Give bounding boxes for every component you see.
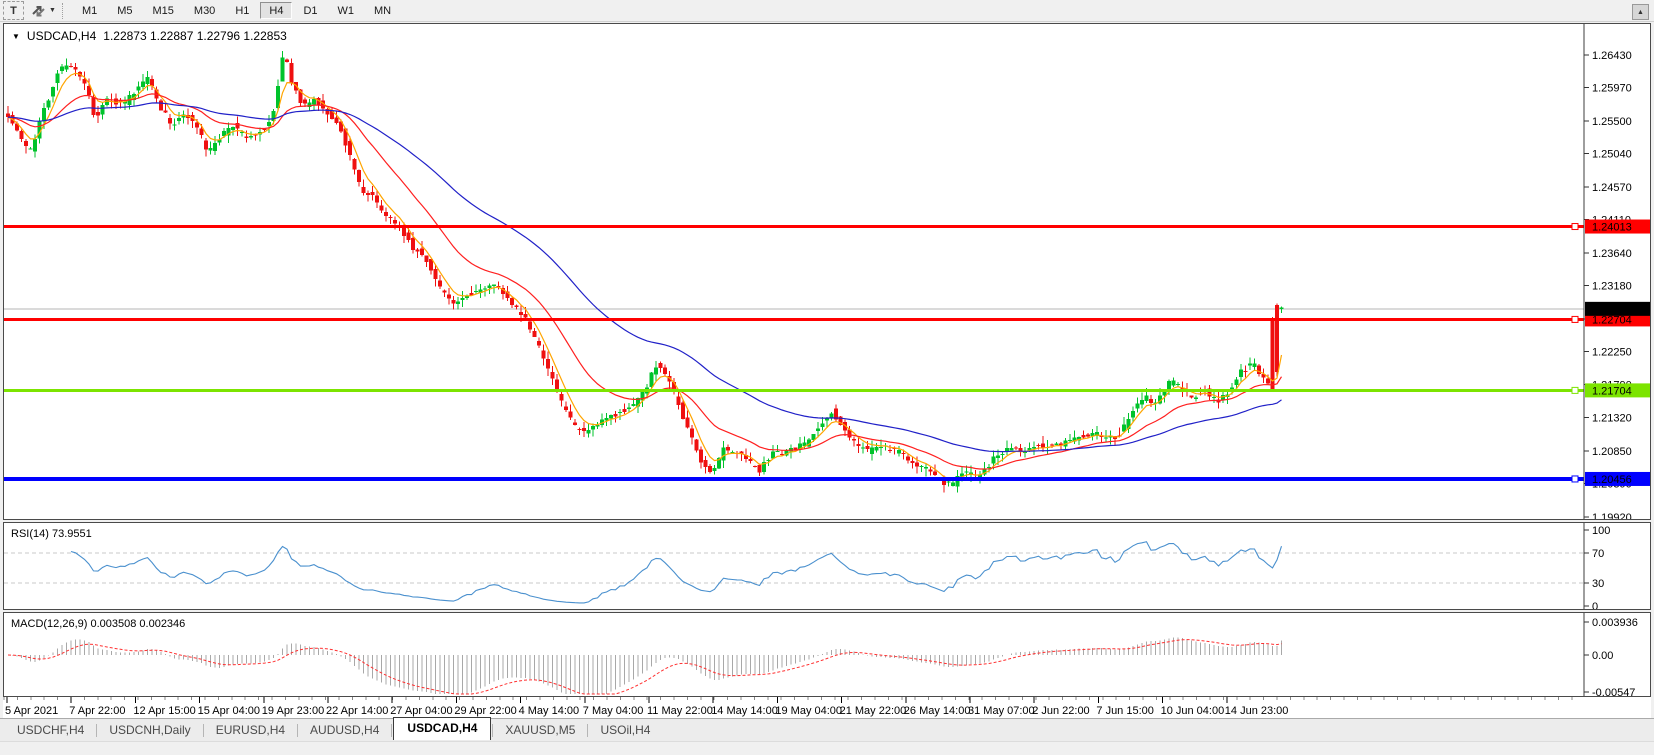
time-tick-label: 29 Apr 22:00 [454, 705, 516, 717]
arrows-tool-icon[interactable] [30, 3, 48, 19]
macd-signal-line [8, 640, 1282, 694]
chart-title: ▼ USDCAD,H4 1.22873 1.22887 1.22796 1.22… [12, 29, 287, 43]
tab-separator [391, 724, 392, 737]
chart-ohlc-values: 1.22873 1.22887 1.22796 1.22853 [103, 29, 287, 43]
price-tick-label: 1.24570 [1592, 182, 1632, 194]
tab-separator [96, 724, 97, 737]
tab-usoil-h4[interactable]: USOil,H4 [589, 720, 661, 740]
time-tick-label: 19 May 04:00 [775, 705, 842, 717]
price-tick-label: 1.25040 [1592, 149, 1632, 161]
level-price-label: 1.22704 [1592, 314, 1632, 326]
time-tick-label: 12 Apr 15:00 [133, 705, 195, 717]
macd-histogram [8, 637, 1282, 694]
hline-knob[interactable] [1572, 316, 1578, 322]
time-tick-label: 10 Jun 04:00 [1161, 705, 1225, 717]
chevron-down-icon[interactable]: ▼ [49, 7, 56, 14]
time-tick-label: 7 Jun 15:00 [1096, 705, 1154, 717]
time-tick-label: 15 Apr 04:00 [198, 705, 260, 717]
time-tick-label: 31 May 07:00 [968, 705, 1035, 717]
macd-indicator-label: MACD(12,26,9) 0.003508 0.002346 [11, 618, 185, 630]
time-tick-label: 7 May 04:00 [583, 705, 644, 717]
price-tick-label: 1.23180 [1592, 281, 1632, 293]
time-tick-label: 5 Apr 2021 [5, 705, 58, 717]
time-tick-label: 14 Jun 23:00 [1225, 705, 1289, 717]
tab-separator [297, 724, 298, 737]
tab-usdcnh-daily[interactable]: USDCNH,Daily [98, 720, 201, 740]
timeframe-button-h4[interactable]: H4 [260, 2, 292, 19]
tab-usdchf-h4[interactable]: USDCHF,H4 [6, 720, 95, 740]
price-tick-label: 1.25970 [1592, 83, 1632, 95]
timeframe-button-m30[interactable]: M30 [185, 2, 224, 19]
rsi-line [71, 542, 1282, 603]
time-tick-label: 14 May 14:00 [711, 705, 778, 717]
macd-tick-label: -0.00547 [1592, 687, 1635, 696]
timeframe-button-mn[interactable]: MN [365, 2, 400, 19]
timeframe-buttons: M1M5M15M30H1H4D1W1MN [73, 2, 402, 19]
top-toolbar: T ▼ M1M5M15M30H1H4D1W1MN ▲ [0, 0, 1654, 22]
time-tick-label: 21 May 22:00 [840, 705, 907, 717]
price-tick-label: 1.21320 [1592, 413, 1632, 425]
hline-knob[interactable] [1572, 224, 1578, 230]
macd-tick-label: 0.00 [1592, 650, 1613, 662]
rsi-tick-label: 30 [1592, 578, 1604, 590]
tab-eurusd-h4[interactable]: EURUSD,H4 [205, 720, 296, 740]
timeframe-button-m15[interactable]: M15 [144, 2, 183, 19]
price-tick-label: 1.22250 [1592, 347, 1632, 359]
rsi-tick-label: 70 [1592, 548, 1604, 560]
timeframe-button-m5[interactable]: M5 [108, 2, 141, 19]
rsi-indicator-label: RSI(14) 73.9551 [11, 528, 92, 540]
time-tick-label: 26 May 14:00 [904, 705, 971, 717]
chart-symbol-period: USDCAD,H4 [27, 29, 96, 43]
main-chart-panel[interactable]: ▼ USDCAD,H4 1.22873 1.22887 1.22796 1.22… [3, 23, 1651, 520]
ma-mid-line [8, 94, 1282, 469]
time-tick-label: 19 Apr 23:00 [262, 705, 324, 717]
time-tick-label: 11 May 22:00 [647, 705, 713, 717]
status-bar [0, 741, 1654, 755]
toolbar-scroll-up-button[interactable]: ▲ [1632, 4, 1649, 20]
toolbar-separator [62, 3, 67, 19]
macd-canvas[interactable]: 0.003936 0.00 -0.00547 [4, 613, 1650, 696]
level-price-label: 1.21704 [1592, 385, 1632, 397]
hline-knob[interactable] [1572, 476, 1578, 482]
current-price-label: 1.22853 [1592, 304, 1632, 316]
price-tick-label: 1.19920 [1592, 512, 1632, 519]
tab-xauusd-m5[interactable]: XAUUSD,M5 [494, 720, 586, 740]
hline-knob[interactable] [1572, 387, 1578, 393]
time-axis[interactable]: 5 Apr 2021 7 Apr 22:00 12 Apr 15:0015 Apr … [3, 697, 1651, 718]
timeframe-button-m1[interactable]: M1 [73, 2, 106, 19]
candles-layer [6, 51, 1284, 493]
price-tick-label: 1.25500 [1592, 116, 1632, 128]
time-tick-label: 2 Jun 22:00 [1032, 705, 1090, 717]
price-tick-label: 1.26430 [1592, 50, 1632, 62]
level-price-label: 1.24013 [1592, 222, 1632, 234]
timeframe-button-w1[interactable]: W1 [329, 2, 364, 19]
chart-tabs-bar: USDCHF,H4USDCNH,DailyEURUSD,H4AUDUSD,H4U… [0, 718, 1654, 741]
price-tick-label: 1.20850 [1592, 446, 1632, 458]
ma-fast-line [8, 73, 1282, 480]
timeframe-button-d1[interactable]: D1 [294, 2, 326, 19]
time-tick-label: 22 Apr 14:00 [326, 705, 388, 717]
text-tool-icon[interactable]: T [3, 1, 24, 20]
time-tick-label: 7 Apr 22:00 [69, 705, 125, 717]
price-tick-label: 1.23640 [1592, 248, 1632, 260]
tab-separator [492, 724, 493, 737]
price-chart-canvas[interactable]: 1.264301.259701.255001.250401.245701.241… [4, 24, 1650, 519]
time-tick-label: 4 May 14:00 [519, 705, 580, 717]
level-price-label: 1.20456 [1592, 474, 1632, 486]
tab-separator [587, 724, 588, 737]
tab-audusd-h4[interactable]: AUDUSD,H4 [299, 720, 390, 740]
macd-panel[interactable]: MACD(12,26,9) 0.003508 0.002346 0.003936… [3, 612, 1651, 697]
time-tick-label: 27 Apr 04:00 [390, 705, 452, 717]
tab-separator [203, 724, 204, 737]
timeframe-button-h1[interactable]: H1 [226, 2, 258, 19]
macd-tick-label: 0.003936 [1592, 617, 1638, 629]
rsi-canvas[interactable]: 100 70 30 0 [4, 523, 1650, 609]
rsi-tick-label: 0 [1592, 601, 1598, 609]
tab-usdcad-h4[interactable]: USDCAD,H4 [393, 717, 491, 740]
rsi-tick-label: 100 [1592, 525, 1610, 537]
rsi-panel[interactable]: RSI(14) 73.9551 100 70 30 0 [3, 522, 1651, 610]
collapse-caret-icon[interactable]: ▼ [12, 32, 20, 41]
